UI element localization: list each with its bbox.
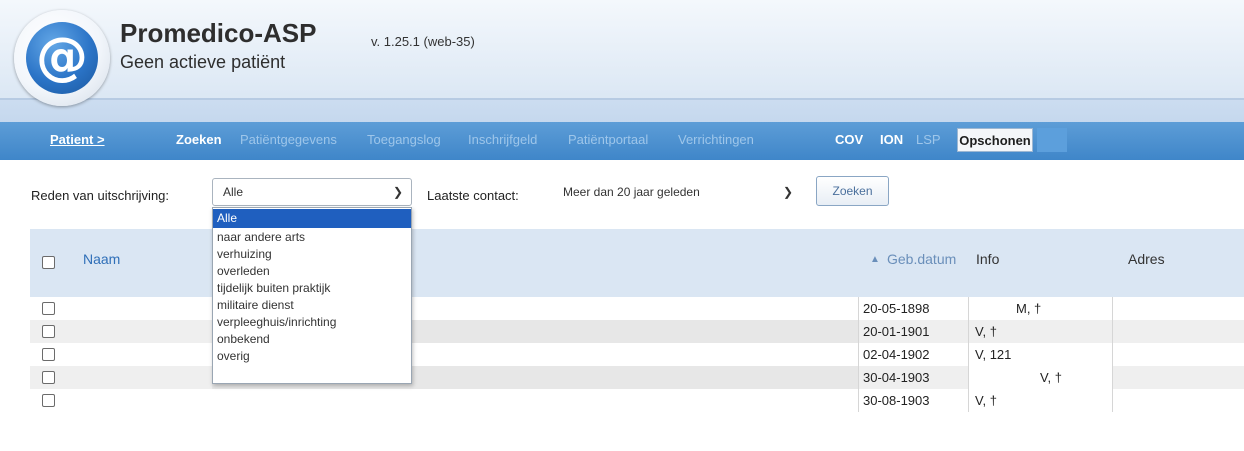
- row-info: V, †: [975, 324, 997, 339]
- nav-patient-menu[interactable]: Patient >: [50, 132, 105, 147]
- nav-opschonen[interactable]: Opschonen: [957, 128, 1033, 152]
- row-checkbox[interactable]: [42, 394, 55, 407]
- row-checkbox[interactable]: [42, 371, 55, 384]
- column-header-name[interactable]: Naam: [83, 251, 120, 267]
- column-header-birthdate[interactable]: Geb.datum: [887, 251, 956, 267]
- search-button[interactable]: Zoeken: [816, 176, 889, 206]
- app-header: @ Promedico-ASP v. 1.25.1 (web-35) Geen …: [0, 0, 1244, 122]
- dropdown-option[interactable]: overleden: [213, 263, 411, 279]
- reason-label: Reden van uitschrijving:: [31, 188, 170, 203]
- row-checkbox[interactable]: [42, 348, 55, 361]
- nav-toegangslog: Toegangslog: [367, 132, 441, 147]
- dropdown-option[interactable]: Alle: [213, 209, 411, 228]
- nav-active-edge: [1037, 128, 1067, 152]
- dropdown-option[interactable]: onbekend: [213, 331, 411, 347]
- row-birthdate: 20-05-1898: [858, 297, 969, 320]
- app-version: v. 1.25.1 (web-35): [371, 34, 475, 49]
- sort-ascending-icon: ▲: [870, 254, 880, 265]
- at-sign-icon: @: [26, 22, 98, 94]
- dropdown-option[interactable]: overig: [213, 348, 411, 364]
- row-info: V, 121: [975, 347, 1012, 362]
- dropdown-option[interactable]: verhuizing: [213, 246, 411, 262]
- last-contact-value: Meer dan 20 jaar geleden: [563, 185, 700, 199]
- row-info: V, †: [1040, 370, 1062, 385]
- app-title: Promedico-ASP: [120, 18, 317, 48]
- nav-zoeken[interactable]: Zoeken: [176, 132, 222, 147]
- row-birthdate: 02-04-1902: [858, 343, 969, 366]
- chevron-down-icon: ❯: [392, 185, 403, 199]
- dropdown-option[interactable]: tijdelijk buiten praktijk: [213, 280, 411, 296]
- nav-inschrijfgeld: Inschrijfgeld: [468, 132, 538, 147]
- row-checkbox[interactable]: [42, 325, 55, 338]
- app-logo: @: [14, 10, 110, 106]
- nav-verrichtingen: Verrichtingen: [678, 132, 754, 147]
- dropdown-option[interactable]: verpleeghuis/inrichting: [213, 314, 411, 330]
- reason-select[interactable]: Alle ❯: [212, 178, 412, 206]
- last-contact-label: Laatste contact:: [427, 188, 519, 203]
- nav-ion[interactable]: ION: [880, 132, 903, 147]
- row-birthdate: 30-04-1903: [858, 366, 969, 389]
- row-info: V, †: [975, 393, 997, 408]
- dropdown-option[interactable]: militaire dienst: [213, 297, 411, 313]
- main-nav: Patient > Zoeken Patiëntgegevens Toegang…: [0, 122, 1244, 160]
- header-divider: [0, 98, 1244, 100]
- patient-status: Geen actieve patiënt: [120, 52, 286, 72]
- table-row[interactable]: 30-08-1903 V, †: [30, 389, 1244, 412]
- column-header-address: Adres: [1128, 251, 1165, 267]
- nav-patientportaal: Patiëntportaal: [568, 132, 649, 147]
- dropdown-option[interactable]: naar andere arts: [213, 229, 411, 245]
- header-band: [0, 0, 1244, 100]
- chevron-down-icon: ❯: [782, 185, 793, 199]
- nav-patientgegevens: Patiëntgegevens: [240, 132, 337, 147]
- reason-select-value: Alle: [223, 185, 244, 199]
- last-contact-select[interactable]: Meer dan 20 jaar geleden ❯: [552, 178, 802, 206]
- row-birthdate: 20-01-1901: [858, 320, 969, 343]
- column-header-info: Info: [976, 251, 1000, 267]
- reason-dropdown-list: Alle naar andere arts verhuizing overled…: [212, 207, 412, 384]
- row-birthdate: 30-08-1903: [858, 389, 969, 412]
- row-checkbox[interactable]: [42, 302, 55, 315]
- nav-lsp: LSP: [916, 132, 941, 147]
- select-all-checkbox[interactable]: [42, 256, 55, 269]
- nav-cov[interactable]: COV: [835, 132, 863, 147]
- row-info: M, †: [1016, 301, 1042, 316]
